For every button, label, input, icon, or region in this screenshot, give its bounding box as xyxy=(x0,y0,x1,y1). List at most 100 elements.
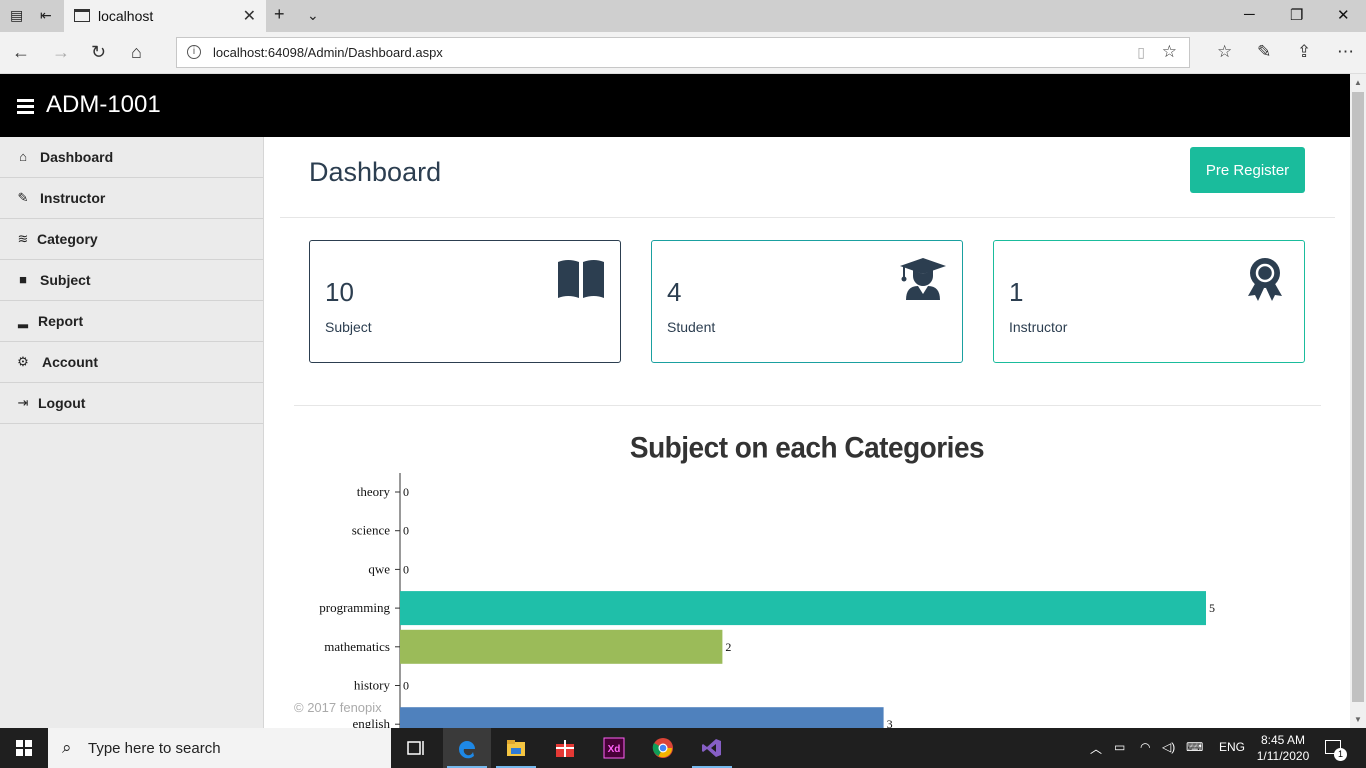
chart-title: Subject on each Categories xyxy=(629,431,985,464)
stat-label: Student xyxy=(667,319,716,335)
sidebar-item-label: Report xyxy=(38,313,84,329)
category-label: qwe xyxy=(368,561,390,576)
sign-out-icon: ⇥ xyxy=(17,395,29,410)
browser-tab-bar: ▤ ⇤ localhost ✕ + ⌄ ─ ❐ ✕ xyxy=(0,0,1366,32)
more-icon[interactable]: ⋯ xyxy=(1337,42,1354,62)
sidebar-item-label: Dashboard xyxy=(40,149,114,165)
clock-time: 8:45 AM xyxy=(1260,733,1306,747)
bar-mathematics[interactable] xyxy=(400,629,723,664)
sidebar-item-instructor[interactable]: ✎ Instructor xyxy=(0,178,263,219)
sidebar-item-logout[interactable]: ⇥ Logout xyxy=(0,383,263,424)
value-label: 0 xyxy=(403,679,409,693)
value-label: 0 xyxy=(403,524,409,538)
refresh-icon[interactable]: ↻ xyxy=(91,42,106,63)
page-icon xyxy=(74,9,90,22)
pre-register-button[interactable]: Pre Register xyxy=(1190,147,1305,193)
sidebar-item-account[interactable]: ⚙ Account xyxy=(0,342,263,383)
footer-copyright: © 2017 fenopix xyxy=(294,700,382,715)
taskbar-search-box[interactable]: ⌕ Type here to search xyxy=(48,728,391,768)
stat-card-student[interactable]: 4 Student xyxy=(651,240,963,363)
adobe-xd-button[interactable]: Xd xyxy=(590,728,638,768)
main-content: Dashboard Pre Register 10 Subject 4 Stud… xyxy=(264,137,1350,728)
folder-icon xyxy=(507,740,525,756)
url-field[interactable]: i localhost:64098/Admin/Dashboard.aspx ▯… xyxy=(176,37,1190,68)
page-scrollbar[interactable]: ▲ ▼ xyxy=(1350,74,1366,728)
sidebar-item-label: Subject xyxy=(40,272,91,288)
volume-icon[interactable]: ◁) xyxy=(1162,740,1175,754)
app-title: ADM-1001 xyxy=(46,91,161,118)
language-indicator[interactable]: ENG xyxy=(1219,740,1245,754)
hamburger-menu-icon[interactable] xyxy=(17,99,34,114)
url-text[interactable]: localhost:64098/Admin/Dashboard.aspx xyxy=(213,45,443,60)
browser-tab[interactable]: localhost ✕ xyxy=(64,0,266,32)
stat-label: Subject xyxy=(325,319,372,335)
chrome-icon xyxy=(652,738,673,758)
windows-start-icon[interactable] xyxy=(16,740,32,756)
visual-studio-icon xyxy=(702,739,721,757)
tab-list-chevron-icon[interactable]: ⌄ xyxy=(307,7,319,24)
adobe-xd-icon: Xd xyxy=(603,737,625,759)
scroll-down-icon[interactable]: ▼ xyxy=(1354,715,1362,724)
reading-view-icon[interactable]: ▯ xyxy=(1137,44,1145,61)
stat-value: 4 xyxy=(667,277,682,307)
category-label: programming xyxy=(319,600,390,615)
sidebar-item-report[interactable]: ▂ Report xyxy=(0,301,263,342)
value-label: 0 xyxy=(403,562,409,576)
bar-english[interactable] xyxy=(400,707,884,728)
value-label: 3 xyxy=(887,717,893,728)
back-icon[interactable]: ← xyxy=(12,42,30,63)
edge-icon xyxy=(458,741,475,759)
notification-count-badge: 1 xyxy=(1334,748,1347,761)
taskbar: ⌕ Type here to search Xd ︿ ▭ ◠ ◁) ⌨ ENG … xyxy=(0,728,1366,768)
info-icon[interactable]: i xyxy=(187,45,201,59)
bar-programming[interactable] xyxy=(400,591,1206,626)
favorite-star-icon[interactable]: ☆ xyxy=(1162,42,1177,62)
favorites-icon[interactable]: ☆ xyxy=(1217,42,1232,62)
book-icon: ■ xyxy=(19,272,27,287)
minimize-icon[interactable]: ─ xyxy=(1244,6,1255,23)
pen-icon[interactable]: ✎ xyxy=(1257,42,1271,62)
sidebar-item-dashboard[interactable]: ⌂ Dashboard xyxy=(0,137,263,178)
keyboard-icon[interactable]: ⌨ xyxy=(1186,740,1203,754)
layers-icon: ≋ xyxy=(17,231,29,246)
wifi-icon[interactable]: ◠ xyxy=(1140,740,1150,754)
file-explorer-button[interactable] xyxy=(492,728,540,768)
category-label: history xyxy=(354,678,391,693)
stat-card-subject[interactable]: 10 Subject xyxy=(309,240,621,363)
graduate-icon xyxy=(900,258,946,300)
tab-close-icon[interactable]: ✕ xyxy=(243,6,256,26)
award-icon xyxy=(1248,258,1282,301)
svg-text:Xd: Xd xyxy=(608,744,621,755)
scroll-thumb[interactable] xyxy=(1352,92,1364,702)
clock[interactable]: 8:45 AM 1/11/2020 xyxy=(1250,732,1316,764)
category-label: theory xyxy=(357,484,391,499)
battery-icon[interactable]: ▭ xyxy=(1114,740,1125,754)
chrome-app-button[interactable] xyxy=(639,728,687,768)
stat-card-instructor[interactable]: 1 Instructor xyxy=(993,240,1305,363)
gift-app-button[interactable] xyxy=(541,728,589,768)
restore-icon[interactable]: ❐ xyxy=(1290,6,1303,24)
value-label: 5 xyxy=(1209,601,1215,615)
sidebar-item-subject[interactable]: ■ Subject xyxy=(0,260,263,301)
search-icon: ⌕ xyxy=(62,738,72,757)
sidebar-item-category[interactable]: ≋ Category xyxy=(0,219,263,260)
home-icon: ⌂ xyxy=(19,149,27,164)
show-hidden-icons-icon[interactable]: ︿ xyxy=(1090,740,1102,757)
stat-value: 1 xyxy=(1009,277,1024,307)
tab-set-aside-icon[interactable]: ▤ xyxy=(10,7,23,24)
task-view-button[interactable] xyxy=(392,728,440,768)
forward-icon[interactable]: → xyxy=(52,42,70,63)
home-nav-icon[interactable]: ⌂ xyxy=(131,42,142,63)
visual-studio-button[interactable] xyxy=(688,728,736,768)
new-tab-icon[interactable]: + xyxy=(274,4,285,25)
sidebar-item-label: Logout xyxy=(38,395,86,411)
search-placeholder: Type here to search xyxy=(88,740,221,757)
tab-back-icon[interactable]: ⇤ xyxy=(40,7,52,24)
share-icon[interactable]: ⇪ xyxy=(1297,42,1311,62)
divider xyxy=(294,405,1321,406)
open-book-icon xyxy=(558,260,604,298)
edge-app-button[interactable] xyxy=(443,728,491,768)
clock-date: 1/11/2020 xyxy=(1256,749,1310,763)
close-window-icon[interactable]: ✕ xyxy=(1337,6,1350,24)
scroll-up-icon[interactable]: ▲ xyxy=(1354,78,1362,87)
